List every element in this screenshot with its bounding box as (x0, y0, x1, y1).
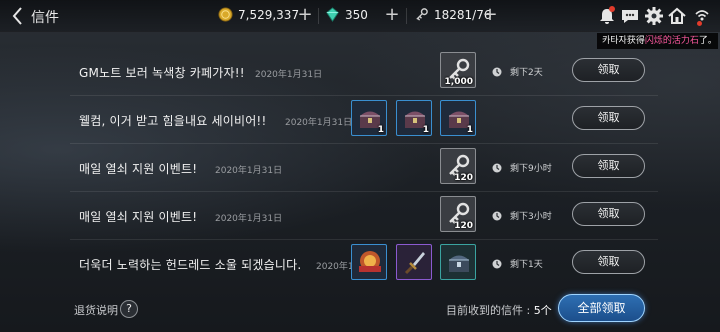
reward-item[interactable]: 1 (440, 100, 476, 136)
toast-notification: 카타자获得闪烁的活力石了。 (597, 33, 718, 49)
home-icon (668, 7, 686, 24)
toast-prefix: 카타자获得 (602, 36, 645, 46)
item-quantity: 120 (454, 221, 473, 231)
gear-icon (645, 7, 663, 25)
item-quantity: 1 (466, 125, 473, 135)
claim-button[interactable]: 领取 (572, 202, 645, 226)
chest-icon (449, 255, 469, 272)
crystal-amount: 350 (345, 7, 368, 22)
key-display: 18281/76 (414, 7, 492, 22)
bottom-bar: 退货说明 ? 目前收到的信件 : 5个 全部领取 (0, 292, 720, 332)
chat-button[interactable] (620, 6, 640, 26)
claim-button[interactable]: 领取 (572, 250, 645, 274)
home-button[interactable] (667, 6, 687, 26)
item-quantity: 1 (422, 125, 429, 135)
wifi-icon (695, 10, 709, 21)
mail-date: 2020年1月31日 (215, 166, 283, 176)
mail-date: 2020年1 (316, 262, 354, 272)
help-button[interactable]: ? (120, 300, 138, 318)
time-remaining: 剩下3小时 (492, 209, 552, 222)
time-remaining: 剩下9小时 (492, 161, 552, 174)
time-remaining-text: 剩下2天 (510, 68, 543, 78)
mail-date: 2020年1月31日 (215, 214, 283, 224)
claim-button[interactable]: 领取 (572, 58, 645, 82)
mail-subject: 웰컴, 이거 받고 힘을내요 세이비어!! (79, 114, 267, 128)
reward-item[interactable]: 1,000 (440, 52, 476, 88)
notification-button[interactable] (597, 6, 617, 26)
gold-display: 7,529,337 (218, 7, 299, 22)
crystal-icon (326, 7, 339, 22)
gold-coin-icon (218, 7, 233, 22)
toast-highlight: 闪烁的活力石 (644, 36, 699, 46)
mail-date: 2020年1月31日 (255, 70, 323, 80)
toast-suffix: 了。 (698, 36, 717, 46)
mail-subject: GM노트 보러 녹색창 카페가자!! (79, 66, 245, 80)
claim-button[interactable]: 领取 (572, 154, 645, 178)
mail-row: 웰컴, 이거 받고 힘을내요 세이비어!! 2020年1月31日 1 1 1 领… (70, 96, 658, 144)
chevron-left-icon (12, 7, 22, 25)
mail-count-label: 目前收到的信件 : (446, 304, 534, 317)
claim-button[interactable]: 领取 (572, 106, 645, 130)
time-remaining: 剩下1天 (492, 257, 543, 270)
time-remaining: 剩下2天 (492, 65, 543, 78)
gold-amount: 7,529,337 (238, 7, 300, 22)
top-bar: 信件 7,529,337 + 350 + 18281/76 + (0, 0, 720, 32)
clock-icon (492, 259, 502, 268)
chat-icon (622, 10, 638, 23)
time-remaining-text: 剩下9小时 (510, 164, 552, 174)
time-remaining-text: 剩下3小时 (510, 212, 552, 222)
mail-row: 매일 열쇠 지원 이벤트! 2020年1月31日 120 剩下9小时 领取 (70, 144, 658, 192)
clock-icon (492, 163, 502, 172)
key-icon (416, 8, 428, 21)
mail-subject: 매일 열쇠 지원 이벤트! (79, 210, 198, 224)
add-gold-button[interactable]: + (296, 4, 314, 26)
mail-row: 매일 열쇠 지원 이벤트! 2020年1月31日 120 剩下3小时 领取 (70, 192, 658, 240)
item-quantity: 1,000 (444, 77, 473, 87)
crystal-display: 350 (325, 7, 368, 22)
divider (406, 8, 407, 24)
claim-all-button[interactable]: 全部领取 (558, 294, 645, 322)
reward-item[interactable]: 1 (351, 100, 387, 136)
mail-date: 2020年1月31日 (285, 118, 353, 128)
clock-icon (492, 211, 502, 220)
reward-item[interactable]: 120 (440, 148, 476, 184)
dagger-icon (404, 252, 425, 275)
mail-subject: 더욱더 노력하는 헌드레드 소울 되겠습니다. (79, 258, 302, 272)
clock-icon (492, 67, 502, 76)
settings-button[interactable] (644, 6, 664, 26)
reward-item[interactable] (396, 244, 432, 280)
wifi-alert-dot (697, 21, 702, 26)
mail-row: GM노트 보러 녹색창 카페가자!! 2020年1月31日 1,000 剩下2天… (70, 48, 658, 96)
refund-info-link[interactable]: 退货说明 (74, 302, 118, 318)
back-button[interactable] (10, 6, 26, 26)
divider (318, 8, 319, 24)
mail-count: 目前收到的信件 : 5个 (446, 302, 552, 318)
reward-item[interactable] (351, 244, 387, 280)
mail-count-value: 5个 (533, 304, 552, 317)
reward-item[interactable]: 1 (396, 100, 432, 136)
add-crystal-button[interactable]: + (383, 4, 401, 26)
wifi-status (692, 6, 709, 26)
page-title: 信件 (31, 10, 59, 26)
mail-subject: 매일 열쇠 지원 이벤트! (79, 162, 198, 176)
add-key-button[interactable]: + (481, 4, 499, 26)
orb-icon (359, 251, 381, 272)
time-remaining-text: 剩下1天 (510, 260, 543, 270)
mail-row: 더욱더 노력하는 헌드레드 소울 되겠습니다. 2020年1 剩下1天 领取 (70, 240, 658, 288)
reward-item[interactable] (440, 244, 476, 280)
notification-dot (609, 6, 615, 12)
reward-item[interactable]: 120 (440, 196, 476, 232)
item-quantity: 120 (454, 173, 473, 183)
item-quantity: 1 (377, 125, 384, 135)
